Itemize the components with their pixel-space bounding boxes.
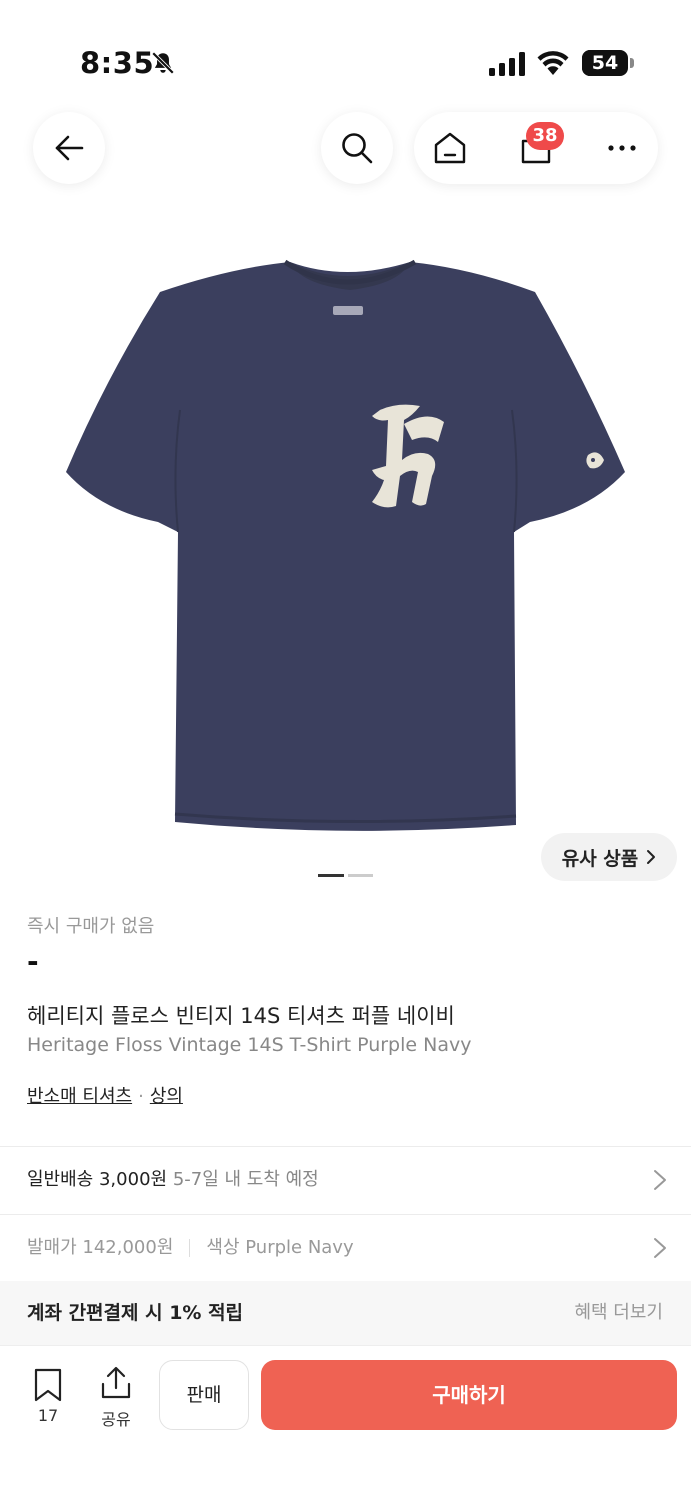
price: - — [27, 945, 39, 978]
color-info: 색상 Purple Navy — [206, 1237, 354, 1258]
chevron-right-icon — [654, 1170, 666, 1190]
release-price: 발매가 142,000원 — [27, 1237, 174, 1258]
home-button[interactable] — [414, 112, 486, 184]
back-arrow-icon — [55, 135, 84, 161]
cart-count-badge: 38 — [526, 122, 564, 150]
share-button[interactable]: 공유 — [90, 1366, 142, 1429]
search-icon — [342, 133, 373, 164]
similar-products-label: 유사 상품 — [561, 847, 639, 870]
battery-percent: 54 — [591, 52, 619, 74]
instant-purchase-status: 즉시 구매가 없음 — [27, 916, 155, 937]
status-time: 8:35 — [80, 46, 155, 80]
bookmark-icon — [34, 1368, 62, 1402]
home-icon — [434, 132, 466, 164]
chevron-right-icon — [647, 850, 656, 864]
battery-icon: 54 — [582, 50, 628, 76]
bookmark-count: 17 — [37, 1406, 59, 1425]
sell-button[interactable]: 판매 — [159, 1360, 249, 1430]
bookmark-button[interactable]: 17 — [22, 1368, 74, 1428]
status-bar: 8:35 54 — [0, 0, 691, 120]
buy-button[interactable]: 구매하기 — [261, 1360, 677, 1430]
carousel-dot — [348, 874, 373, 877]
wifi-icon — [537, 51, 569, 75]
category-separator: · — [138, 1086, 144, 1107]
more-icon — [608, 145, 636, 151]
shipping-label: 일반배송 — [27, 1169, 94, 1190]
details-row[interactable]: 발매가 142,000원 색상 Purple Navy — [0, 1215, 691, 1281]
carousel-indicator — [318, 874, 378, 878]
shipping-info: 일반배송 3,000원 5-7일 내 도착 예정 — [27, 1147, 319, 1213]
category-link-tops[interactable]: 상의 — [150, 1086, 183, 1107]
chevron-right-icon — [654, 1238, 666, 1258]
benefit-more-link[interactable]: 혜택 더보기 — [574, 1281, 663, 1345]
carousel-dot-active — [318, 874, 344, 877]
breadcrumb: 반소매 티셔츠 · 상의 — [27, 1082, 183, 1108]
benefit-banner: 계좌 간편결제 시 1% 적립 혜택 더보기 — [0, 1281, 691, 1345]
battery-tip — [630, 58, 634, 68]
benefit-text: 계좌 간편결제 시 1% 적립 — [27, 1302, 244, 1324]
signal-icon — [489, 52, 525, 76]
back-button[interactable] — [33, 112, 105, 184]
category-link-short-sleeve[interactable]: 반소매 티셔츠 — [27, 1086, 132, 1107]
divider — [189, 1239, 191, 1257]
bottom-action-bar: 17 공유 판매 구매하기 — [0, 1345, 691, 1500]
product-title-ko: 헤리티지 플로스 빈티지 14S 티셔츠 퍼플 네이비 — [27, 1004, 455, 1028]
details-info: 발매가 142,000원 색상 Purple Navy — [27, 1215, 354, 1281]
product-image[interactable] — [0, 210, 691, 870]
similar-products-button[interactable]: 유사 상품 — [541, 833, 677, 881]
bell-slash-icon — [151, 51, 175, 75]
more-button[interactable] — [586, 112, 658, 184]
search-button[interactable] — [321, 112, 393, 184]
shipping-row[interactable]: 일반배송 3,000원 5-7일 내 도착 예정 — [0, 1147, 691, 1213]
shipping-fee: 3,000원 — [98, 1169, 168, 1190]
share-label: 공유 — [101, 1410, 131, 1429]
share-icon — [101, 1366, 131, 1399]
shipping-eta: 5-7일 내 도착 예정 — [172, 1169, 319, 1190]
product-title-en: Heritage Floss Vintage 14S T-Shirt Purpl… — [27, 1034, 472, 1056]
